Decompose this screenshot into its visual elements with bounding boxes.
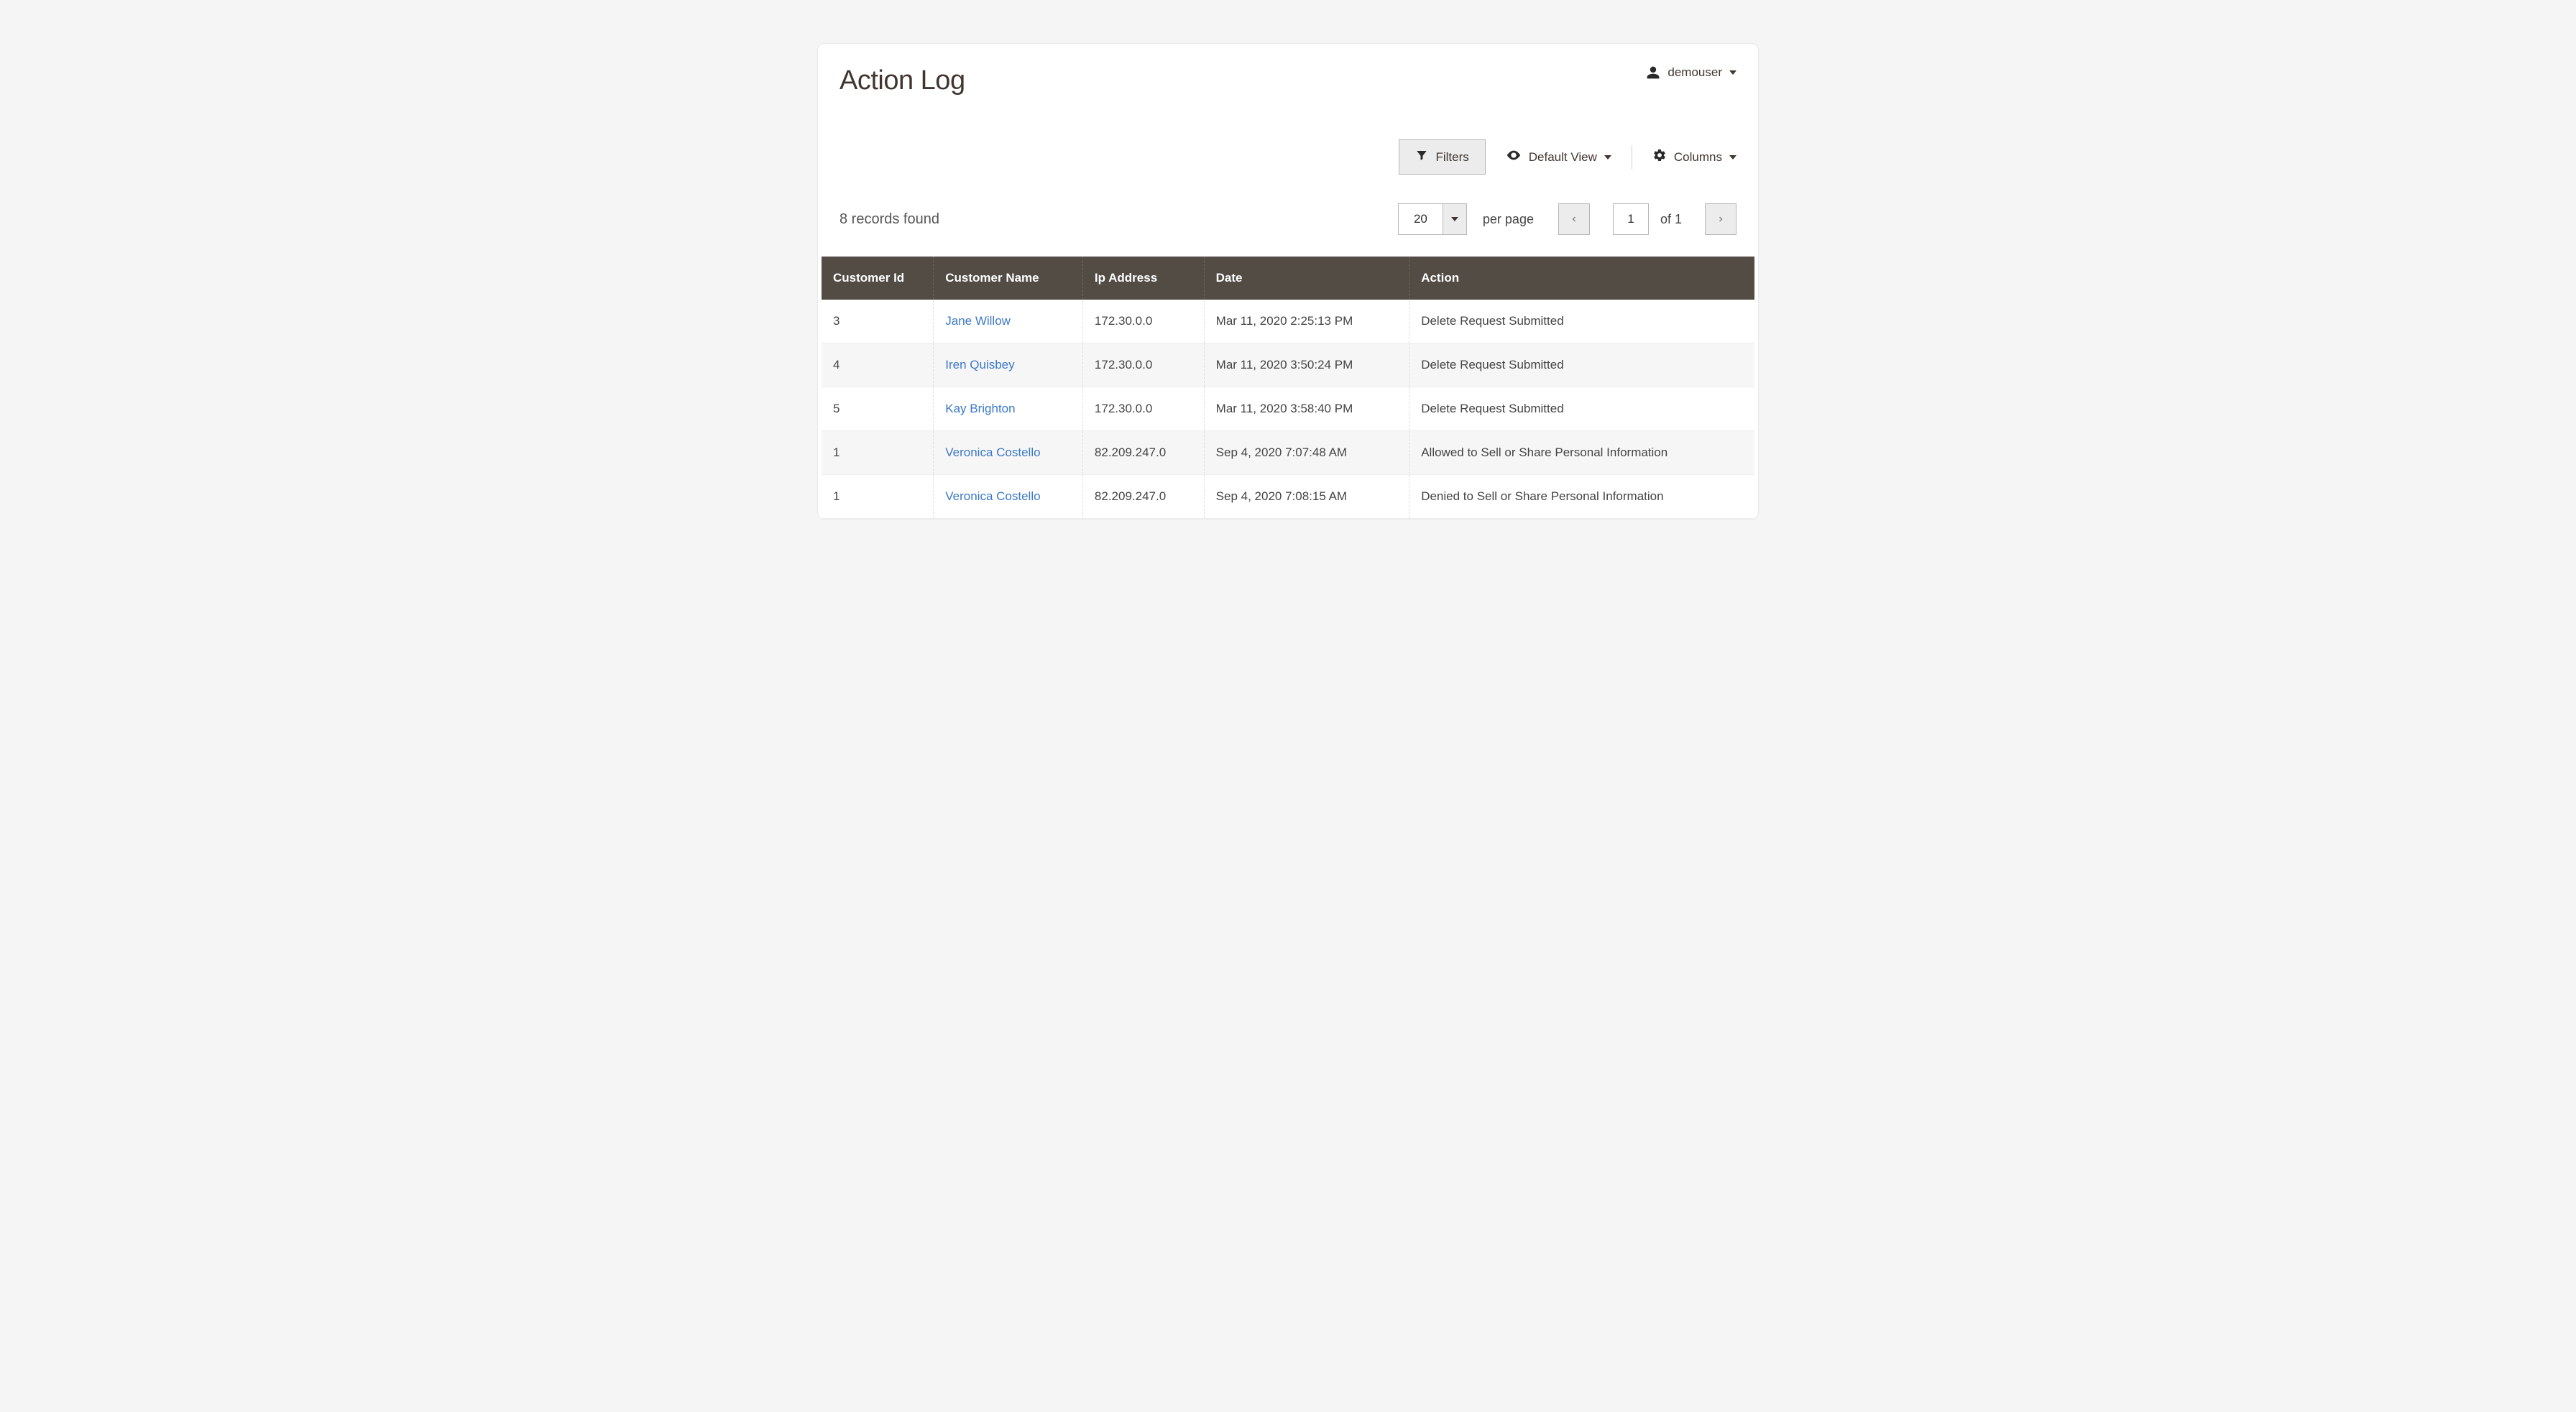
- cell-action: Delete Request Submitted: [1409, 343, 1754, 387]
- customer-link[interactable]: Iren Quisbey: [945, 358, 1014, 372]
- customer-link[interactable]: Veronica Costello: [945, 446, 1040, 459]
- cell-action: Denied to Sell or Share Personal Informa…: [1409, 475, 1754, 519]
- cell-date: Sep 4, 2020 7:07:48 AM: [1204, 431, 1409, 475]
- cell-action: Allowed to Sell or Share Personal Inform…: [1409, 431, 1754, 475]
- user-icon: [1646, 65, 1660, 80]
- filters-button[interactable]: Filters: [1399, 139, 1485, 175]
- page-size-selector: [1398, 203, 1467, 235]
- cell-ip-address: 82.209.247.0: [1082, 475, 1204, 519]
- col-customer-id[interactable]: Customer Id: [822, 257, 934, 300]
- table-row[interactable]: 3 Jane Willow 172.30.0.0Mar 11, 2020 2:25:…: [822, 300, 1754, 343]
- records-found: 8 records found: [840, 211, 939, 228]
- view-label: Default View: [1529, 150, 1597, 165]
- table-row[interactable]: 1 Veronica Costello 82.209.247.0Sep 4, 202…: [822, 475, 1754, 519]
- chevron-right-icon: [1716, 213, 1725, 226]
- user-name: demouser: [1668, 65, 1722, 80]
- table-row[interactable]: 4 Iren Quisbey 172.30.0.0Mar 11, 2020 3:50…: [822, 343, 1754, 387]
- user-menu[interactable]: demouser: [1646, 65, 1736, 80]
- col-ip-address[interactable]: Ip Address: [1082, 257, 1204, 300]
- cell-customer-name: Kay Brighton: [934, 387, 1083, 431]
- columns-button[interactable]: Columns: [1652, 148, 1736, 166]
- gear-icon: [1652, 148, 1667, 166]
- cell-customer-id: 1: [822, 431, 934, 475]
- eye-icon: [1506, 147, 1522, 167]
- pagination-controls: per page of 1: [1398, 203, 1736, 235]
- cell-customer-name: Iren Quisbey: [934, 343, 1083, 387]
- cell-customer-name: Veronica Costello: [934, 431, 1083, 475]
- cell-ip-address: 172.30.0.0: [1082, 300, 1204, 343]
- view-selector[interactable]: Default View: [1506, 147, 1611, 167]
- table-row[interactable]: 1 Veronica Costello 82.209.247.0Sep 4, 202…: [822, 431, 1754, 475]
- customer-link[interactable]: Jane Willow: [945, 314, 1011, 328]
- customer-link[interactable]: Veronica Costello: [945, 489, 1040, 503]
- page-size-dropdown[interactable]: [1443, 203, 1467, 235]
- cell-customer-id: 4: [822, 343, 934, 387]
- list-controls: 8 records found per page of 1: [818, 203, 1758, 257]
- col-date[interactable]: Date: [1204, 257, 1409, 300]
- cell-date: Mar 11, 2020 2:25:13 PM: [1204, 300, 1409, 343]
- table-header-row: Customer Id Customer Name Ip Address Dat…: [822, 257, 1754, 300]
- cell-customer-name: Veronica Costello: [934, 475, 1083, 519]
- cell-ip-address: 172.30.0.0: [1082, 387, 1204, 431]
- filters-label: Filters: [1435, 150, 1468, 165]
- prev-page-button[interactable]: [1558, 203, 1590, 235]
- cell-customer-id: 3: [822, 300, 934, 343]
- cell-customer-id: 1: [822, 475, 934, 519]
- cell-date: Sep 4, 2020 7:08:15 AM: [1204, 475, 1409, 519]
- chevron-down-icon: [1604, 155, 1611, 160]
- cell-action: Delete Request Submitted: [1409, 300, 1754, 343]
- col-action[interactable]: Action: [1409, 257, 1754, 300]
- columns-label: Columns: [1674, 150, 1722, 165]
- action-log-table: Customer Id Customer Name Ip Address Dat…: [822, 257, 1754, 519]
- grid-toolbar: Filters Default View Columns: [818, 139, 1758, 203]
- page-size-input[interactable]: [1398, 203, 1443, 235]
- chevron-left-icon: [1570, 213, 1578, 226]
- chevron-down-icon: [1729, 70, 1736, 75]
- chevron-down-icon: [1729, 155, 1736, 160]
- cell-date: Mar 11, 2020 3:58:40 PM: [1204, 387, 1409, 431]
- cell-action: Delete Request Submitted: [1409, 387, 1754, 431]
- cell-customer-id: 5: [822, 387, 934, 431]
- chevron-down-icon: [1451, 217, 1458, 221]
- next-page-button[interactable]: [1705, 203, 1736, 235]
- page-title: Action Log: [840, 65, 965, 96]
- customer-link[interactable]: Kay Brighton: [945, 402, 1015, 415]
- funnel-icon: [1415, 149, 1428, 165]
- current-page-input[interactable]: [1613, 203, 1649, 235]
- col-customer-name[interactable]: Customer Name: [934, 257, 1083, 300]
- cell-date: Mar 11, 2020 3:50:24 PM: [1204, 343, 1409, 387]
- header-bar: Action Log demouser: [818, 65, 1758, 139]
- page-total: of 1: [1660, 212, 1682, 227]
- cell-ip-address: 82.209.247.0: [1082, 431, 1204, 475]
- per-page-label: per page: [1483, 212, 1534, 227]
- admin-panel: Action Log demouser Filters Default View: [817, 43, 1759, 520]
- cell-ip-address: 172.30.0.0: [1082, 343, 1204, 387]
- table-row[interactable]: 5 Kay Brighton 172.30.0.0Mar 11, 2020 3:58…: [822, 387, 1754, 431]
- cell-customer-name: Jane Willow: [934, 300, 1083, 343]
